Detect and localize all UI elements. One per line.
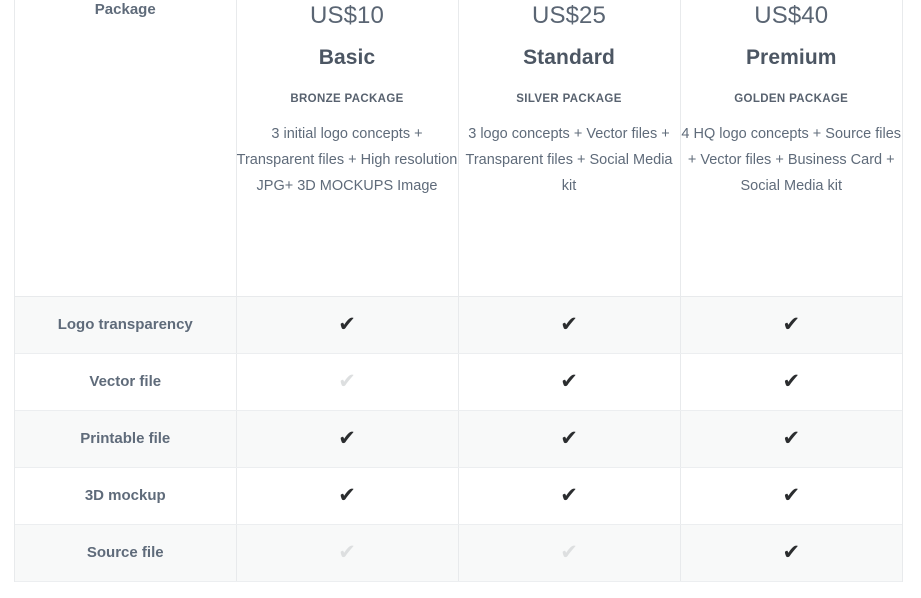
check-icon: ✔ xyxy=(338,482,356,507)
table-row: Logo transparency ✔ ✔ ✔ xyxy=(15,296,902,354)
check-icon-disabled: ✔ xyxy=(338,368,356,393)
check-icon: ✔ xyxy=(560,425,578,450)
pricing-comparison-table: Package US$10 Basic BRONZE PACKAGE 3 ini… xyxy=(14,0,903,582)
package-description-premium: 4 HQ logo concepts + Source files + Vect… xyxy=(681,126,902,194)
table-header: Package US$10 Basic BRONZE PACKAGE 3 ini… xyxy=(15,0,902,297)
feature-availability-cell: ✔ xyxy=(679,467,902,525)
feature-availability-cell: ✔ xyxy=(235,296,458,354)
package-kicker-standard: SILVER PACKAGE xyxy=(516,93,622,105)
package-description-standard: 3 logo concepts + Vector files + Transpa… xyxy=(465,126,673,194)
feature-availability-cell: ✔ xyxy=(679,524,902,582)
package-kicker-basic: BRONZE PACKAGE xyxy=(290,93,404,105)
feature-availability-cell: ✔ xyxy=(457,410,680,468)
feature-rows-body: Logo transparency ✔ ✔ ✔ Vector file ✔ ✔ ✔ Printa… xyxy=(15,296,902,582)
check-icon: ✔ xyxy=(338,425,356,450)
feature-name-cell: Source file xyxy=(15,524,236,582)
feature-availability-cell: ✔ xyxy=(457,353,680,411)
feature-availability-cell: ✔ xyxy=(679,296,902,354)
package-header-basic[interactable]: US$10 Basic BRONZE PACKAGE 3 initial log… xyxy=(235,0,458,297)
package-header-premium[interactable]: US$40 Premium GOLDEN PACKAGE 4 HQ logo c… xyxy=(679,0,902,297)
table-row: 3D mockup ✔ ✔ ✔ xyxy=(15,467,902,525)
check-icon: ✔ xyxy=(560,311,578,336)
table-row: Source file ✔ ✔ ✔ xyxy=(15,524,902,582)
package-tier-premium: Premium xyxy=(745,46,837,69)
package-description-basic: 3 initial logo concepts + Transparent fi… xyxy=(236,126,458,194)
feature-availability-cell: ✔ xyxy=(679,353,902,411)
feature-availability-cell: ✔ xyxy=(235,410,458,468)
package-price-premium: US$40 xyxy=(754,2,829,29)
feature-availability-cell: ✔ xyxy=(457,296,680,354)
check-icon: ✔ xyxy=(782,311,801,336)
feature-availability-cell: ✔ xyxy=(457,524,680,582)
check-icon: ✔ xyxy=(338,311,356,336)
comparison-table: Package US$10 Basic BRONZE PACKAGE 3 ini… xyxy=(15,0,902,582)
table-row: Vector file ✔ ✔ ✔ xyxy=(15,353,902,411)
package-price-basic: US$10 xyxy=(310,2,384,29)
feature-availability-cell: ✔ xyxy=(235,524,458,582)
check-icon: ✔ xyxy=(560,482,578,507)
package-kicker-premium: GOLDEN PACKAGE xyxy=(734,93,849,105)
package-tier-basic: Basic xyxy=(318,46,376,69)
check-icon: ✔ xyxy=(560,368,578,393)
table-row: Printable file ✔ ✔ ✔ xyxy=(15,410,902,468)
feature-column-header-cell: Package xyxy=(15,0,236,297)
package-header-row: Package US$10 Basic BRONZE PACKAGE 3 ini… xyxy=(15,0,902,297)
feature-availability-cell: ✔ xyxy=(235,467,458,525)
package-header-standard[interactable]: US$25 Standard SILVER PACKAGE 3 logo con… xyxy=(457,0,680,297)
check-icon-disabled: ✔ xyxy=(560,539,578,564)
check-icon: ✔ xyxy=(782,368,801,393)
package-price-standard: US$25 xyxy=(532,2,606,29)
feature-name-cell: Printable file xyxy=(15,410,236,468)
check-icon-disabled: ✔ xyxy=(338,539,356,564)
feature-availability-cell: ✔ xyxy=(457,467,680,525)
feature-name-cell: Logo transparency xyxy=(15,296,236,354)
check-icon: ✔ xyxy=(782,539,801,564)
feature-name-cell: Vector file xyxy=(15,353,236,411)
package-tier-standard: Standard xyxy=(523,46,615,69)
feature-column-header-label: Package xyxy=(94,1,156,18)
feature-name-cell: 3D mockup xyxy=(15,467,236,525)
feature-availability-cell: ✔ xyxy=(235,353,458,411)
feature-availability-cell: ✔ xyxy=(679,410,902,468)
check-icon: ✔ xyxy=(782,482,801,507)
check-icon: ✔ xyxy=(782,425,801,450)
